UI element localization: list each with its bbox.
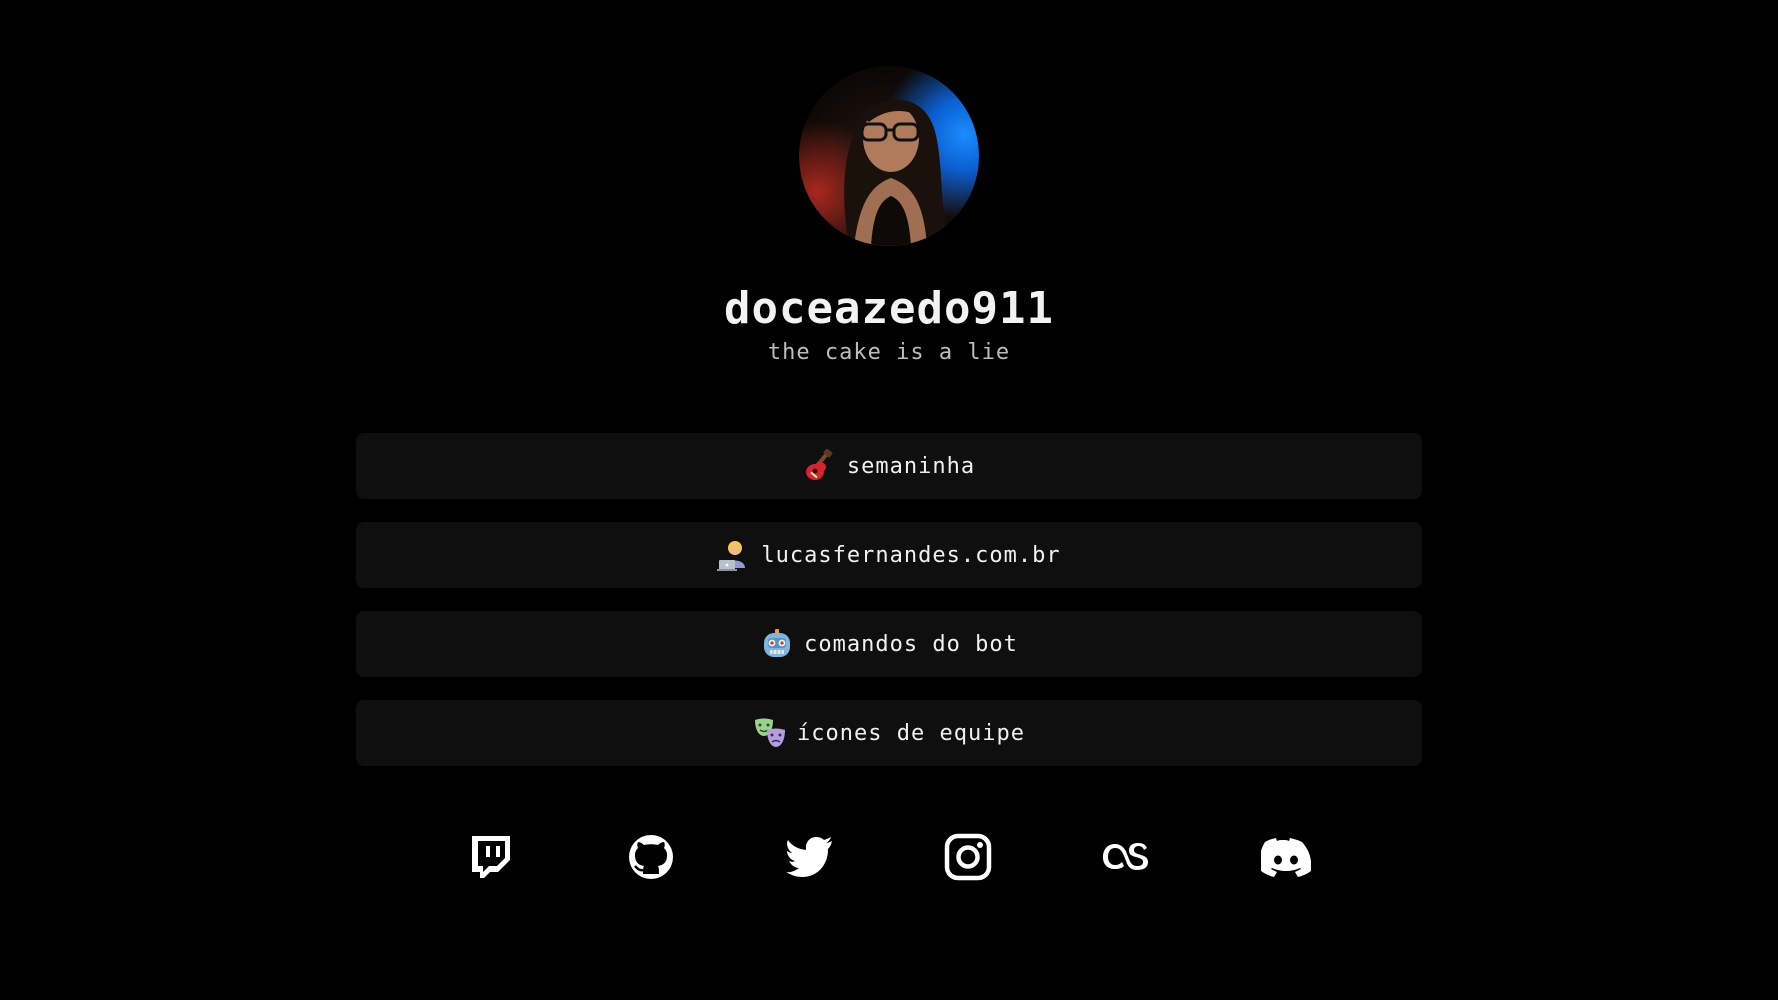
- link-page: doceazedo911 the cake is a lie semaninha: [0, 0, 1778, 1000]
- link-label: semaninha: [846, 453, 976, 479]
- link-list: semaninha lucasfernandes.com.br comandos…: [356, 433, 1422, 789]
- link-label: lucasfernandes.com.br: [761, 542, 1061, 568]
- robot-icon: [760, 627, 794, 661]
- lastfm-icon[interactable]: [1101, 832, 1151, 882]
- link-lucasfernandes[interactable]: lucasfernandes.com.br: [356, 522, 1422, 588]
- github-icon[interactable]: [626, 832, 676, 882]
- technologist-icon: [717, 538, 751, 572]
- profile-username: doceazedo911: [724, 283, 1054, 334]
- link-label: ícones de equipe: [797, 720, 1025, 746]
- link-icones-de-equipe[interactable]: ícones de equipe: [356, 700, 1422, 766]
- link-comandos-do-bot[interactable]: comandos do bot: [356, 611, 1422, 677]
- guitar-icon: [803, 448, 837, 483]
- social-links: [0, 828, 1778, 884]
- profile-tagline: the cake is a lie: [767, 340, 1011, 365]
- twitter-icon[interactable]: [784, 832, 834, 882]
- performing-arts-icon: [753, 716, 787, 750]
- instagram-icon[interactable]: [943, 832, 993, 882]
- discord-icon[interactable]: [1259, 832, 1312, 882]
- link-label: comandos do bot: [804, 631, 1018, 657]
- link-semaninha[interactable]: semaninha: [356, 433, 1422, 499]
- avatar: [799, 66, 979, 246]
- twitch-icon[interactable]: [466, 832, 516, 882]
